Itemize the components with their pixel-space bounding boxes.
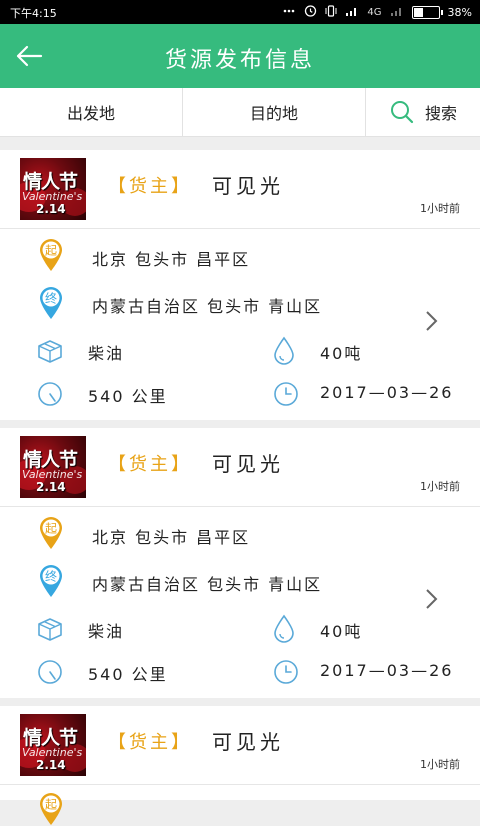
owner-avatar: 情人节 Valentine's Day 2.14 (20, 714, 86, 776)
origin-address: 北京 包头市 昌平区 (92, 528, 251, 547)
destination-badge: 终 (45, 569, 57, 584)
origin-badge: 起 (45, 244, 57, 258)
vibrate-icon (325, 4, 337, 20)
avatar-date: 2.14 (36, 480, 66, 494)
distance: 540 公里 (88, 387, 168, 406)
owner-name: 可见光 (212, 174, 284, 198)
post-time: 1小时前 (420, 202, 460, 215)
status-time: 下午4:15 (10, 7, 57, 20)
distance: 540 公里 (88, 665, 168, 684)
search-label: 搜索 (424, 104, 457, 123)
clock-icon (274, 382, 298, 406)
clock-icon (274, 660, 298, 684)
role-tag: 【货主】 (108, 176, 192, 197)
owner-avatar: 情人节 Valentine's Day 2.14 (20, 158, 86, 220)
origin-pin-icon: 起 (40, 793, 62, 825)
post-time: 1小时前 (420, 480, 460, 493)
status-icons: 4G 38% (282, 4, 472, 20)
signal-weak-icon (390, 5, 404, 20)
battery-percent: 38% (447, 5, 472, 19)
ship-date: 2017—03—26 (320, 661, 454, 680)
status-bar: 下午4:15 4G 38% (0, 0, 480, 24)
cargo-weight: 40吨 (320, 344, 363, 363)
card-header: 情人节 Valentine's Day 2.14 【货主】 可见光 1小时前 (0, 150, 480, 229)
avatar-date: 2.14 (36, 202, 66, 216)
cargo-card[interactable]: 情人节 Valentine's Day 2.14 【货主】 可见光 1小时前 起 (0, 706, 480, 825)
origin-filter-label: 出发地 (66, 104, 115, 123)
page-title: 货源发布信息 (164, 48, 315, 73)
post-time: 1小时前 (420, 758, 460, 771)
package-icon (38, 618, 62, 641)
cargo-type: 柴油 (88, 344, 125, 363)
search-icon (390, 101, 414, 124)
destination-address: 内蒙古自治区 包头市 青山区 (92, 575, 323, 594)
destination-badge: 终 (45, 291, 57, 306)
origin-badge: 起 (45, 522, 57, 536)
battery-icon (411, 5, 443, 19)
destination-pin-icon: 终 (40, 287, 62, 319)
destination-filter[interactable]: 目的地 (183, 88, 366, 136)
destination-address: 内蒙古自治区 包头市 青山区 (92, 297, 323, 316)
distance-gauge-icon (38, 382, 62, 406)
role-tag: 【货主】 (108, 454, 192, 475)
origin-pin-icon: 起 (40, 517, 62, 549)
distance-gauge-icon (38, 660, 62, 684)
chevron-right-icon[interactable] (424, 310, 438, 332)
owner-avatar: 情人节 Valentine's Day 2.14 (20, 436, 86, 498)
destination-filter-label: 目的地 (249, 104, 298, 123)
cargo-weight: 40吨 (320, 622, 363, 641)
card-header: 情人节 Valentine's Day 2.14 【货主】 可见光 1小时前 (0, 428, 480, 507)
network-type: 4G (367, 6, 382, 18)
destination-pin-icon: 终 (40, 565, 62, 597)
owner-name: 可见光 (212, 730, 284, 754)
origin-filter[interactable]: 出发地 (0, 88, 183, 136)
filter-bar: 出发地 目的地 搜索 (0, 88, 480, 137)
origin-address: 北京 包头市 昌平区 (92, 250, 251, 269)
origin-pin-icon: 起 (40, 239, 62, 271)
cargo-card[interactable]: 情人节 Valentine's Day 2.14 【货主】 可见光 1小时前 起… (0, 428, 480, 698)
cargo-card[interactable]: 情人节 Valentine's Day 2.14 【货主】 可见光 1小时前 起… (0, 150, 480, 420)
mute-icon (282, 5, 296, 20)
signal-icon (345, 5, 359, 20)
search-button[interactable]: 搜索 (366, 88, 480, 136)
chevron-right-icon[interactable] (424, 588, 438, 610)
alarm-icon (304, 4, 317, 20)
cargo-type: 柴油 (88, 622, 125, 641)
weight-drop-icon (274, 614, 294, 643)
weight-drop-icon (274, 336, 294, 365)
avatar-date: 2.14 (36, 758, 66, 772)
title-bar: 货源发布信息 (0, 24, 480, 88)
ship-date: 2017—03—26 (320, 383, 454, 402)
card-header: 情人节 Valentine's Day 2.14 【货主】 可见光 1小时前 (0, 706, 480, 785)
owner-name: 可见光 (212, 452, 284, 476)
role-tag: 【货主】 (108, 732, 192, 753)
package-icon (38, 340, 62, 363)
